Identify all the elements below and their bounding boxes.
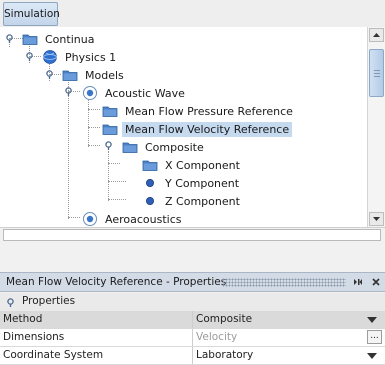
- properties-section: Properties: [0, 293, 385, 312]
- tree-item-y-component[interactable]: Y Component: [142, 174, 242, 192]
- properties-section-label: Properties: [22, 295, 76, 307]
- folder-icon: [62, 67, 78, 83]
- physics-globe-icon: [42, 49, 58, 65]
- dot-icon: [142, 175, 158, 191]
- pin-icon[interactable]: [6, 297, 15, 310]
- folder-icon: [22, 31, 38, 47]
- pin-icon[interactable]: [104, 141, 113, 150]
- property-name: Coordinate System: [3, 349, 104, 361]
- property-row-method[interactable]: Method Composite: [0, 311, 385, 329]
- folder-icon: [102, 103, 118, 119]
- property-row-coordinate-system[interactable]: Coordinate System Laboratory: [0, 347, 385, 365]
- scroll-up-icon[interactable]: [369, 28, 384, 42]
- pin-icon[interactable]: [25, 52, 34, 61]
- pin-icon[interactable]: [64, 87, 73, 96]
- folder-icon: [102, 121, 118, 137]
- tree-item-continua[interactable]: Continua: [22, 30, 97, 48]
- tree-label: Composite: [145, 140, 204, 154]
- tree-item-x-component[interactable]: X Component: [142, 156, 243, 174]
- scroll-down-icon[interactable]: [369, 212, 384, 226]
- simulation-tree: Continua Physics 1 Models Acoustic Wave …: [0, 27, 385, 228]
- tree-label: Models: [85, 68, 124, 82]
- tree-item-mean-flow-velocity-reference[interactable]: Mean Flow Velocity Reference: [102, 120, 293, 138]
- tree-label: Aeroacoustics: [105, 212, 182, 226]
- float-icon[interactable]: [352, 276, 364, 288]
- dropdown-icon[interactable]: [367, 317, 377, 323]
- property-value[interactable]: Laboratory: [196, 349, 253, 361]
- tree-item-z-component[interactable]: Z Component: [142, 192, 243, 210]
- dropdown-icon[interactable]: [367, 353, 377, 359]
- model-icon: [82, 85, 98, 101]
- properties-panel-header: Mean Flow Velocity Reference - Propertie…: [0, 272, 385, 292]
- property-row-dimensions[interactable]: Dimensions Velocity ...: [0, 329, 385, 347]
- pin-icon[interactable]: [45, 70, 54, 79]
- tree-label: Physics 1: [65, 50, 117, 64]
- property-name: Dimensions: [3, 331, 65, 343]
- property-value[interactable]: Composite: [196, 313, 252, 325]
- tree-label: Mean Flow Velocity Reference: [122, 121, 293, 137]
- tree-item-mean-flow-pressure-reference[interactable]: Mean Flow Pressure Reference: [102, 102, 296, 120]
- tree-label: Y Component: [165, 176, 240, 190]
- property-name: Method: [3, 313, 43, 325]
- tree-item-acoustic-wave[interactable]: Acoustic Wave: [82, 84, 188, 102]
- model-icon: [82, 211, 98, 227]
- tree-label: Acoustic Wave: [105, 86, 185, 100]
- tab-simulation[interactable]: Simulation: [3, 2, 60, 26]
- horizontal-scrollbar[interactable]: [3, 229, 381, 241]
- tree-item-models[interactable]: Models: [62, 66, 127, 84]
- tree-label: Mean Flow Pressure Reference: [125, 104, 293, 118]
- tree-label: Continua: [45, 32, 95, 46]
- pin-icon[interactable]: [5, 34, 14, 43]
- close-icon[interactable]: [370, 276, 382, 288]
- property-value: Velocity: [196, 331, 238, 343]
- properties-panel-title: Mean Flow Velocity Reference - Propertie…: [6, 276, 227, 288]
- tree-label: X Component: [165, 158, 240, 172]
- drag-handle[interactable]: [222, 278, 346, 287]
- ellipsis-icon[interactable]: ...: [367, 330, 382, 344]
- tree-item-physics-1[interactable]: Physics 1: [42, 48, 119, 66]
- tree-label: Z Component: [165, 194, 240, 208]
- dot-icon: [142, 193, 158, 209]
- folder-icon: [142, 157, 158, 173]
- scroll-thumb[interactable]: [369, 49, 384, 97]
- folder-icon: [122, 139, 138, 155]
- tree-item-composite[interactable]: Composite: [122, 138, 207, 156]
- tree-item-aeroacoustics[interactable]: Aeroacoustics: [82, 210, 184, 227]
- tree-vertical-scrollbar[interactable]: [367, 27, 385, 227]
- tab-bar: Simulation: [0, 0, 385, 28]
